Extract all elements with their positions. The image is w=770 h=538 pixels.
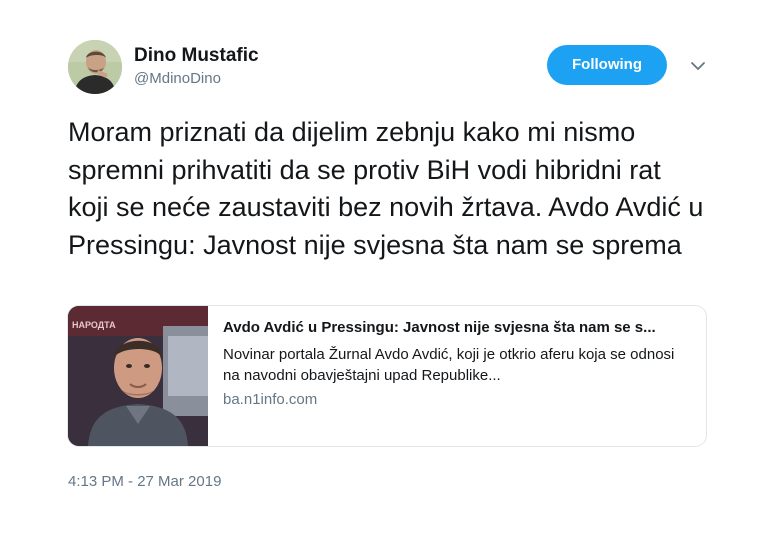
tweet: Dino Mustafic @MdinoDino Following Moram… (0, 0, 770, 538)
thumbnail-caption: HАРОДТА (72, 320, 116, 330)
chevron-down-icon[interactable] (688, 56, 708, 76)
card-domain: ba.n1info.com (223, 391, 318, 408)
user-names: Dino Mustafic @MdinoDino (134, 44, 259, 89)
tweet-text: Moram priznati da dijelim zebnju kako mi… (68, 117, 704, 260)
card-description: Novinar portala Žurnal Avdo Avdić, koji … (223, 346, 675, 384)
display-name[interactable]: Dino Mustafic (134, 44, 259, 68)
card-title[interactable]: Avdo Avdić u Pressingu: Javnost nije svj… (223, 318, 693, 338)
card-thumbnail: HАРОДТА (68, 306, 208, 446)
link-preview-card[interactable]: HАРОДТА Avdo Avdić u Pressingu: Javnost … (67, 305, 707, 447)
tweet-timestamp[interactable]: 4:13 PM - 27 Mar 2019 (68, 472, 221, 492)
card-body: Avdo Avdić u Pressingu: Javnost nije svj… (223, 318, 693, 410)
avatar-image (68, 40, 122, 94)
avatar[interactable] (68, 40, 122, 94)
tweet-header: Dino Mustafic @MdinoDino Following (68, 40, 718, 98)
following-button[interactable]: Following (547, 45, 667, 85)
user-handle[interactable]: @MdinoDino (134, 69, 259, 89)
